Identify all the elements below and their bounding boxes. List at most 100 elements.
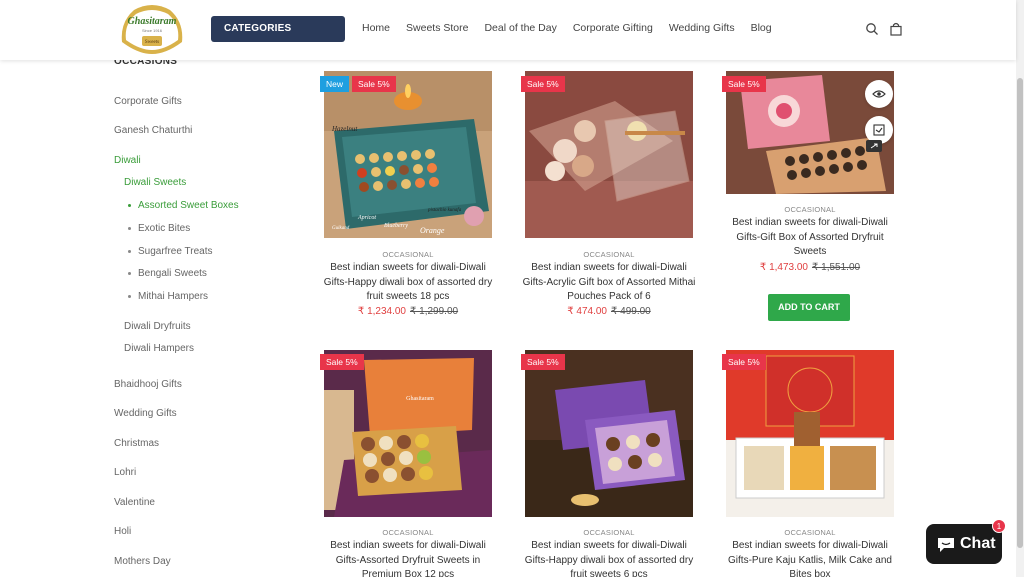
main-nav: Home Sweets Store Deal of the Day Corpor… xyxy=(362,22,788,34)
badge-sale: Sale 5% xyxy=(722,354,766,370)
search-icon[interactable] xyxy=(865,22,879,36)
sidebar-item-diwali-dryfruits[interactable]: Diwali Dryfruits xyxy=(124,321,191,332)
quick-view-button[interactable] xyxy=(865,80,893,108)
nav-blog[interactable]: Blog xyxy=(751,22,772,34)
bullet-icon xyxy=(128,295,131,298)
brand-sub-text: Sweets xyxy=(145,40,159,45)
badge-sale: Sale 5% xyxy=(352,76,396,92)
product-title-line: Best indian sweets for diwali-Diwali xyxy=(732,217,888,228)
product-title-line: Best indian sweets for diwali-Diwali xyxy=(732,540,888,551)
sidebar-item-exotic-bites[interactable]: Exotic Bites xyxy=(138,223,190,234)
product-category[interactable]: OCCASIONAL xyxy=(509,250,709,259)
nav-home[interactable]: Home xyxy=(362,22,390,34)
product-category[interactable]: OCCASIONAL xyxy=(710,205,910,214)
product-title[interactable]: Best indian sweets for diwali-Diwali Gif… xyxy=(710,216,910,260)
eye-icon xyxy=(872,90,886,98)
product-1-image-label-orange: Orange xyxy=(420,226,445,235)
product-image[interactable] xyxy=(726,350,894,517)
categories-button[interactable]: CATEGORIES xyxy=(211,16,345,42)
sidebar-item-christmas[interactable]: Christmas xyxy=(114,438,159,449)
product-title-line: Gifts-Gift Box of Assorted Dryfruit xyxy=(736,231,884,243)
product-category[interactable]: OCCASIONAL xyxy=(710,528,910,537)
chat-label: Chat xyxy=(960,535,996,552)
product-title-line: Best indian sweets for diwali-Diwali xyxy=(330,540,486,551)
badge-sale: Sale 5% xyxy=(521,354,565,370)
bullet-icon xyxy=(128,204,131,207)
sidebar-item-diwali-hampers[interactable]: Diwali Hampers xyxy=(124,343,194,354)
nav-sweets-store[interactable]: Sweets Store xyxy=(406,22,468,34)
sidebar-item-bhaidhooj-gifts[interactable]: Bhaidhooj Gifts xyxy=(114,379,182,390)
site-header: Ghasitaram Since 1916 Sweets CATEGORIES … xyxy=(0,0,1016,60)
product-title-line: Best indian sweets for diwali-Diwali xyxy=(531,540,687,551)
product-title-line: Best indian sweets for diwali-Diwali xyxy=(330,262,486,273)
expand-icon[interactable] xyxy=(866,140,882,152)
product-title-line: Bites box xyxy=(789,569,831,577)
brand-logo[interactable]: Ghasitaram Since 1916 Sweets xyxy=(116,2,188,56)
chat-widget-button[interactable]: Chat 1 xyxy=(926,519,1006,564)
product-1-image-label-hazelnut: Hazelnut xyxy=(331,125,358,133)
product-1-image-label-apricot: Apricot xyxy=(357,215,376,221)
product-title-line: Premium Box 12 pcs xyxy=(361,569,455,577)
product-title-line: Gifts-Acrylic Gift box of Assorted Mitha… xyxy=(522,276,696,288)
product-category[interactable]: OCCASIONAL xyxy=(308,528,508,537)
product-title-line: fruit sweets 18 pcs xyxy=(366,291,450,302)
sidebar-item-corporate-gifts[interactable]: Corporate Gifts xyxy=(114,96,182,107)
product-title[interactable]: Best indian sweets for diwali-Diwali Gif… xyxy=(509,539,709,577)
brand-name-text: Ghasitaram xyxy=(128,16,177,27)
product-title[interactable]: Best indian sweets for diwali-Diwali Gif… xyxy=(710,539,910,577)
product-image[interactable]: Ghasitaram xyxy=(324,350,492,517)
original-price: ₹ 1,551.00 xyxy=(812,262,861,273)
product-title-line: Pouches Pack of 6 xyxy=(567,291,651,302)
sidebar-item-bengali-sweets[interactable]: Bengali Sweets xyxy=(138,268,207,279)
sidebar-item-mothers-day[interactable]: Mothers Day xyxy=(114,556,171,567)
page-scrollbar-thumb[interactable] xyxy=(1017,78,1023,548)
sidebar-item-sugarfree-treats[interactable]: Sugarfree Treats xyxy=(138,246,212,257)
chat-unread-count: 1 xyxy=(992,519,1006,533)
add-to-cart-button[interactable]: ADD TO CART xyxy=(768,294,850,321)
product-title-line: Gifts-Assorted Dryfruit Sweets in xyxy=(335,554,481,566)
nav-corporate-gifting[interactable]: Corporate Gifting xyxy=(573,22,653,34)
sidebar-item-ganesh-chaturthi[interactable]: Ganesh Chaturthi xyxy=(114,125,192,136)
product-category[interactable]: OCCASIONAL xyxy=(308,250,508,259)
sidebar-item-lohri[interactable]: Lohri xyxy=(114,467,136,478)
sidebar-item-wedding-gifts[interactable]: Wedding Gifts xyxy=(114,408,177,419)
nav-deal-of-the-day[interactable]: Deal of the Day xyxy=(484,22,556,34)
bullet-icon xyxy=(128,250,131,253)
product-image[interactable] xyxy=(525,350,693,517)
sidebar-item-holi[interactable]: Holi xyxy=(114,526,131,537)
original-price: ₹ 499.00 xyxy=(611,306,651,317)
bullet-icon xyxy=(128,272,131,275)
sidebar-item-valentine[interactable]: Valentine xyxy=(114,497,155,508)
chat-bubble-icon xyxy=(938,538,954,552)
brand-tagline-text: Since 1916 xyxy=(142,28,163,33)
sidebar-item-diwali[interactable]: Diwali xyxy=(114,155,141,166)
sale-price: ₹ 474.00 xyxy=(567,306,607,317)
original-price: ₹ 1,299.00 xyxy=(410,306,459,317)
product-title-line: fruit sweets 6 pcs xyxy=(570,569,648,577)
product-1-image-label-pistachio-kunafa: pistachio kunafa xyxy=(427,208,462,213)
cart-bag-icon[interactable] xyxy=(889,22,903,36)
badge-sale: Sale 5% xyxy=(722,76,766,92)
product-image[interactable]: Hazelnut pistachio kunafa Apricot Bluebe… xyxy=(324,71,492,238)
product-1-image-label-blueberry: Blueberry xyxy=(384,223,408,229)
product-image[interactable] xyxy=(525,71,693,238)
product-price: ₹ 1,234.00 ₹ 1,299.00 xyxy=(308,306,508,317)
product-4-image-brand: Ghasitaram xyxy=(406,396,434,402)
sale-price: ₹ 1,234.00 xyxy=(357,306,406,317)
product-title-line: Gifts-Happy diwali box of assorted dry xyxy=(323,276,493,288)
nav-wedding-gifts[interactable]: Wedding Gifts xyxy=(669,22,735,34)
sidebar-item-mithai-hampers[interactable]: Mithai Hampers xyxy=(138,291,208,302)
product-title[interactable]: Best indian sweets for diwali-Diwali Gif… xyxy=(308,261,508,305)
product-title[interactable]: Best indian sweets for diwali-Diwali Gif… xyxy=(308,539,508,577)
product-title-line: Best indian sweets for diwali-Diwali xyxy=(531,262,687,273)
sidebar-item-diwali-sweets[interactable]: Diwali Sweets xyxy=(124,177,186,188)
product-title[interactable]: Best indian sweets for diwali-Diwali Gif… xyxy=(509,261,709,305)
sidebar-item-assorted-sweet-boxes[interactable]: Assorted Sweet Boxes xyxy=(138,200,239,211)
product-title-line: Gifts-Happy diwali box of assorted dry xyxy=(524,554,694,566)
badge-new: New xyxy=(320,76,350,92)
badge-sale: Sale 5% xyxy=(521,76,565,92)
product-title-line: Sweets xyxy=(793,246,827,257)
product-1-image-label-gulkand: Gulkand xyxy=(332,226,350,231)
badge-sale: Sale 5% xyxy=(320,354,364,370)
product-category[interactable]: OCCASIONAL xyxy=(509,528,709,537)
